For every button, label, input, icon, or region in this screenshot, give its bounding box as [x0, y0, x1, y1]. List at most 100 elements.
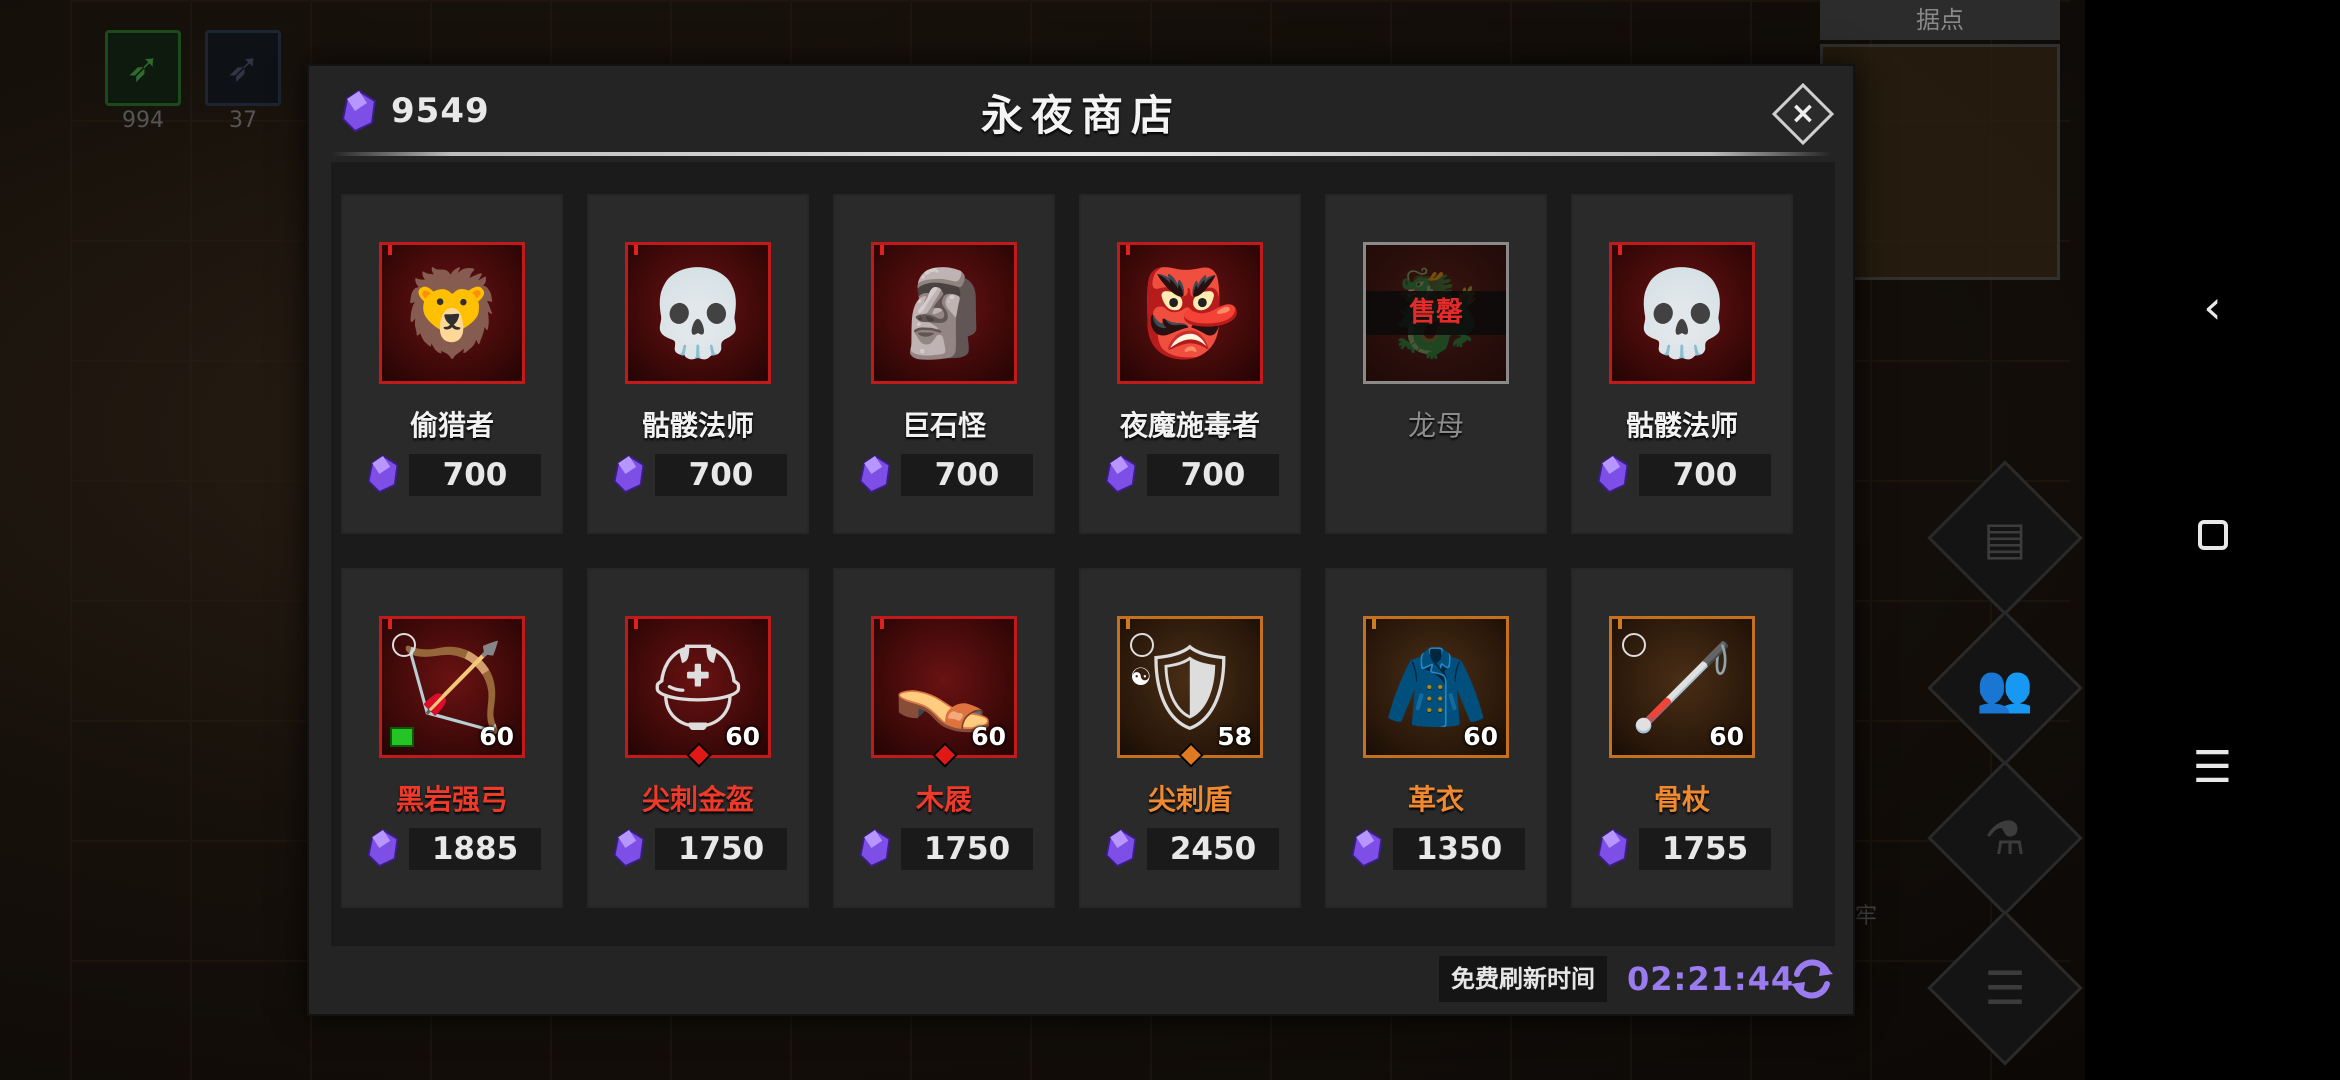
price-box: 700: [655, 454, 787, 496]
shop-item-card[interactable]: 👺 夜魔施毒者 700: [1079, 194, 1301, 534]
socket-icon: [1622, 633, 1646, 657]
item-price: 700: [1180, 457, 1246, 493]
item-portrait: 🗿: [871, 242, 1017, 384]
refresh-timer: 02:21:44: [1627, 960, 1795, 998]
price-box: 1885: [409, 828, 541, 870]
menu-icon[interactable]: ☰: [2085, 742, 2340, 793]
gem-icon: [613, 454, 645, 494]
price-box: 1750: [901, 828, 1033, 870]
hud-count: 37: [229, 108, 257, 133]
item-portrait: 💀: [625, 242, 771, 384]
home-icon[interactable]: [2085, 520, 2340, 554]
item-name: 骨杖: [1653, 783, 1710, 816]
potion-icon: ⚗: [1984, 811, 2026, 865]
shop-header: 9549 永夜商店 ×: [309, 66, 1853, 156]
gem-icon: [1105, 828, 1137, 868]
item-name: 尖刺盾: [1147, 783, 1232, 816]
gem-icon: [859, 828, 891, 868]
shop-item-card[interactable]: 🦯 60 骨杖 1755: [1571, 568, 1793, 908]
price-box: 1755: [1639, 828, 1771, 870]
item-name: 骷髅法师: [641, 409, 754, 442]
hud-count: 994: [122, 108, 164, 133]
item-level: 60: [971, 722, 1006, 751]
item-name: 尖刺金盔: [641, 783, 754, 816]
price-box: 1750: [655, 828, 787, 870]
shop-item-card[interactable]: 💀 骷髅法师 700: [587, 194, 809, 534]
item-price: 1750: [677, 831, 765, 867]
shop-item-card[interactable]: 🛡 ☯ 58 尖刺盾 2450: [1079, 568, 1301, 908]
item-portrait: 👡 60: [871, 616, 1017, 758]
item-level: 60: [1709, 722, 1744, 751]
item-portrait: 🧥 60: [1363, 616, 1509, 758]
socket-icon: [392, 633, 416, 657]
price-box: 1350: [1393, 828, 1525, 870]
price-box: 2450: [1147, 828, 1279, 870]
shop-item-card[interactable]: 🗿 巨石怪 700: [833, 194, 1055, 534]
hud-slot-feather-icon: ➶: [205, 30, 281, 106]
yin-yang-icon: ☯: [1130, 663, 1152, 691]
gem-icon: [367, 828, 399, 868]
item-price: 700: [688, 457, 754, 493]
item-price: 2450: [1169, 831, 1257, 867]
item-portrait: 🦁: [379, 242, 525, 384]
item-name: 骷髅法师: [1625, 409, 1738, 442]
item-name: 黑岩强弓: [395, 783, 508, 816]
gem-icon: [1597, 454, 1629, 494]
item-portrait: 👺: [1117, 242, 1263, 384]
item-portrait: 🦯 60: [1609, 616, 1755, 758]
item-name: 偷猎者: [409, 409, 494, 442]
shop-item-card[interactable]: 💀 骷髅法师 700: [1571, 194, 1793, 534]
minimap: 据点: [1820, 0, 2060, 285]
shop-item-card[interactable]: 🦁 偷猎者 700: [341, 194, 563, 534]
item-portrait: 🐉 售罄: [1363, 242, 1509, 384]
close-button[interactable]: ×: [1771, 82, 1835, 146]
shop-item-card[interactable]: 🧥 60 革衣 1350: [1325, 568, 1547, 908]
socket-icon: [1130, 633, 1154, 657]
green-book-icon: [390, 727, 414, 747]
close-icon: ×: [1790, 96, 1816, 131]
shop-title: 永夜商店: [980, 91, 1181, 140]
item-price: 1885: [431, 831, 519, 867]
header-divider: [331, 152, 1831, 156]
price-box: 700: [409, 454, 541, 496]
free-refresh-label: 免费刷新时间: [1439, 956, 1607, 1002]
refresh-button[interactable]: [1787, 954, 1837, 1004]
sold-out-label: 售罄: [1366, 291, 1506, 335]
item-price: 1755: [1661, 831, 1749, 867]
item-portrait: ⛑ 60: [625, 616, 771, 758]
shop-item-card-sold-out: 🐉 售罄 龙母: [1325, 194, 1547, 534]
background-label: 牢: [1855, 904, 1878, 929]
item-portrait: 💀: [1609, 242, 1755, 384]
minimap-title: 据点: [1820, 0, 2060, 40]
poacher-hero-icon: 🦁: [399, 263, 505, 362]
item-price: 700: [934, 457, 1000, 493]
list-icon: ☰: [1984, 961, 2026, 1015]
item-level: 60: [725, 722, 760, 751]
shop-item-card[interactable]: 🏹 60 黑岩强弓 1885: [341, 568, 563, 908]
scroll-icon: ▤: [1983, 511, 2027, 565]
price-box: 700: [1147, 454, 1279, 496]
gem-icon: [367, 454, 399, 494]
hud-slot-feather-icon: ➶: [105, 30, 181, 106]
shop-item-card[interactable]: ⛑ 60 尖刺金盔 1750: [587, 568, 809, 908]
item-name: 木屐: [915, 783, 972, 816]
people-icon: 👥: [1976, 660, 2034, 715]
skeleton-mage-hero-icon: 💀: [1629, 263, 1735, 362]
gem-icon: [859, 454, 891, 494]
gem-icon: [613, 828, 645, 868]
item-price: 1350: [1415, 831, 1503, 867]
skeleton-mage-hero-icon: 💀: [645, 263, 751, 362]
item-portrait: 🏹 60: [379, 616, 525, 758]
gem-icon: [1105, 454, 1137, 494]
item-level: 58: [1217, 722, 1252, 751]
shop-item-card[interactable]: 👡 60 木屐 1750: [833, 568, 1055, 908]
back-icon[interactable]: ‹: [2085, 280, 2340, 334]
item-name: 革衣: [1407, 783, 1464, 816]
item-portrait: 🛡 ☯ 58: [1117, 616, 1263, 758]
item-name: 夜魔施毒者: [1119, 409, 1260, 442]
item-price: 700: [1672, 457, 1738, 493]
gem-icon: [1597, 828, 1629, 868]
item-price: 700: [442, 457, 508, 493]
night-demon-poisoner-hero-icon: 👺: [1137, 263, 1243, 362]
item-name: 龙母: [1407, 409, 1464, 442]
